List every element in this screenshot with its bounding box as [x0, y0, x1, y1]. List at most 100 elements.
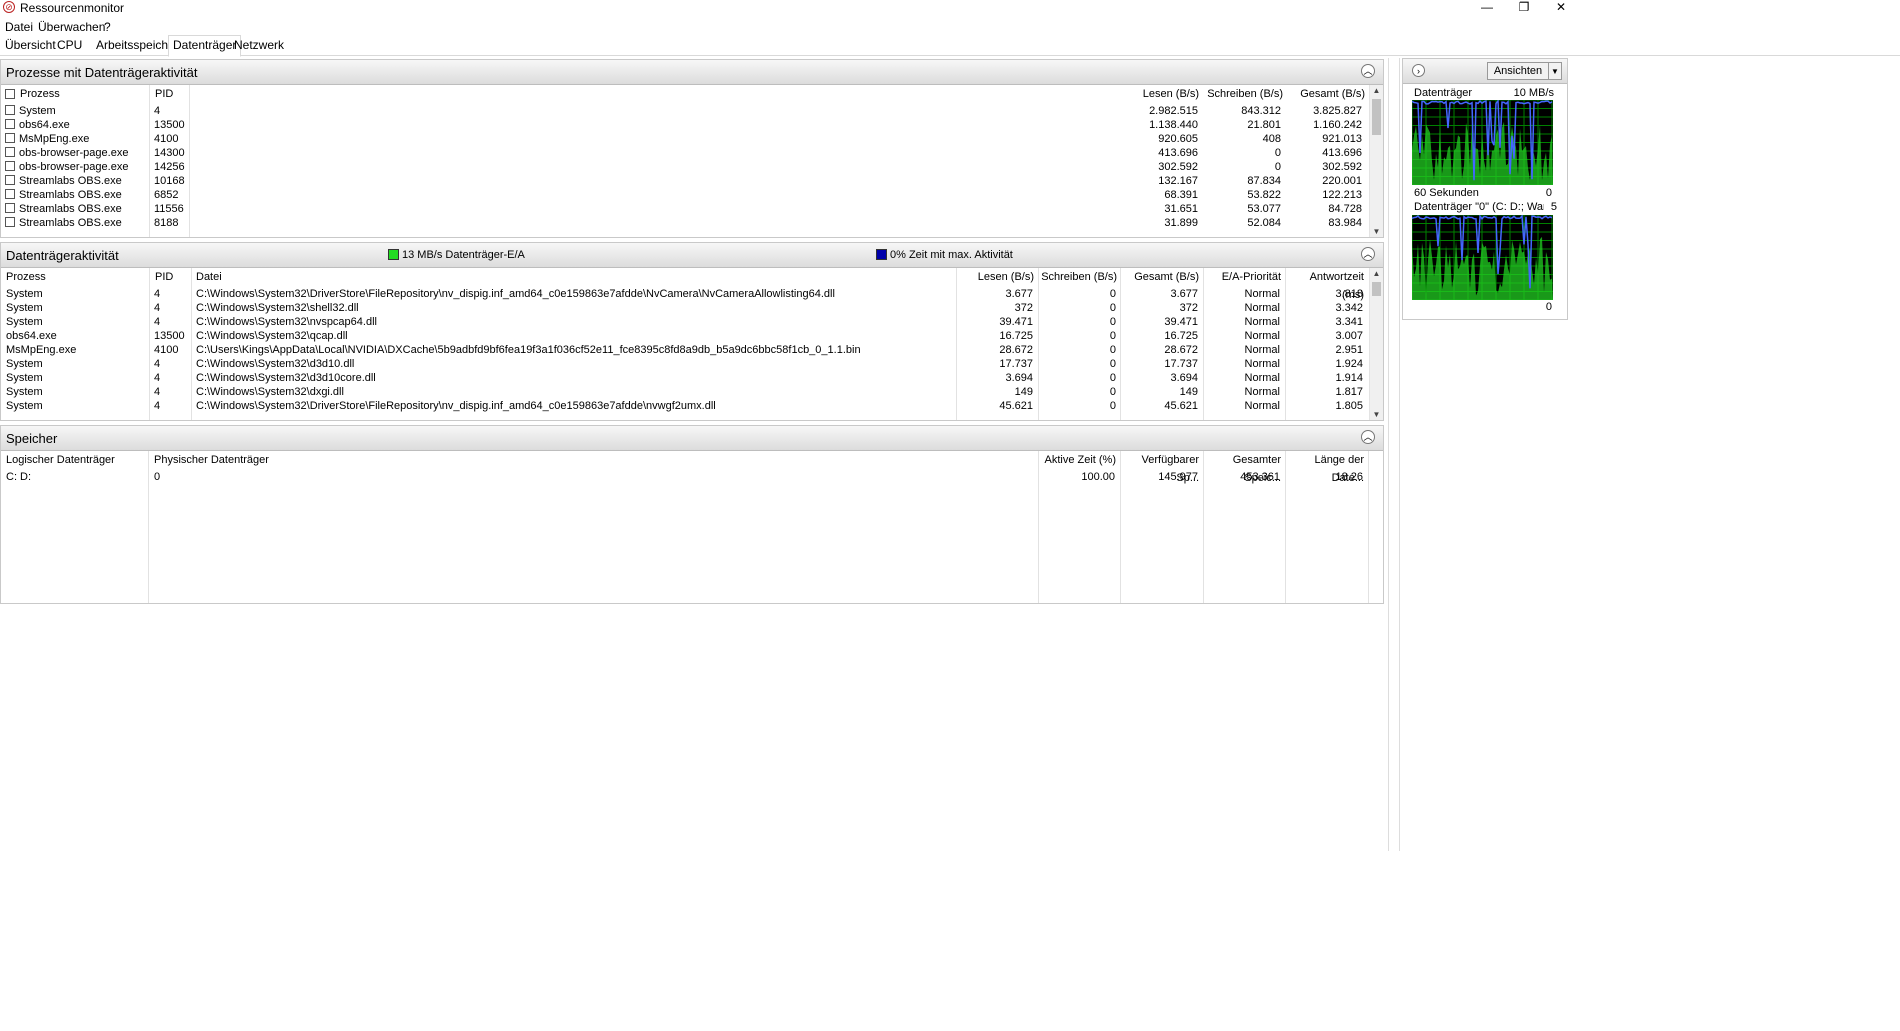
collapse-icon[interactable]: ︿ — [1361, 247, 1375, 261]
row-checkbox[interactable] — [5, 189, 15, 199]
column-header-pid[interactable]: PID — [155, 85, 173, 103]
graph1-label: Datenträger — [1414, 87, 1473, 99]
row-checkbox[interactable] — [5, 161, 15, 171]
row-checkbox[interactable] — [5, 147, 15, 157]
io-legend-swatch — [388, 249, 399, 260]
column-header-lesen[interactable]: Lesen (B/s) — [1111, 85, 1199, 103]
tab-netzwerk[interactable]: Netzwerk — [230, 37, 288, 54]
column-header-antwortzeit[interactable]: Antwortzeit (ms) — [1287, 268, 1364, 301]
scroll-down-icon[interactable]: ▼ — [1370, 227, 1383, 236]
cell-lesen: 3.677 — [1005, 288, 1033, 300]
cell-lesen: 39.471 — [999, 316, 1033, 328]
scroll-up-icon[interactable]: ▲ — [1370, 86, 1383, 95]
tab-bar: Übersicht CPU Arbeitsspeicher Datenträge… — [0, 35, 1900, 57]
row-checkbox[interactable] — [5, 133, 15, 143]
menu-ueberwachen[interactable]: Überwachen — [38, 20, 105, 34]
cell-ea-prioritaet: Normal — [1244, 288, 1280, 300]
cell-gesamt: 413.696 — [1322, 147, 1362, 159]
cell-pid: 4 — [154, 372, 161, 384]
column-header-datei[interactable]: Datei — [196, 268, 222, 286]
row-checkbox[interactable] — [5, 175, 15, 185]
column-header-aktive-zeit[interactable]: Aktive Zeit (%) — [1041, 451, 1116, 469]
table-row[interactable]: System 4 C:\Windows\System32\d3d10.dll 17.7… — [1, 357, 1368, 371]
column-header-laenge-warteschlange[interactable]: Länge der Date... — [1287, 451, 1364, 484]
tab-uebersicht[interactable]: Übersicht — [1, 37, 60, 54]
menu-help[interactable]: ? — [104, 20, 111, 34]
table-row[interactable]: System 4 C:\Windows\System32\DriverStore\F… — [1, 399, 1368, 413]
column-header-schreiben[interactable]: Schreiben (B/s) — [1201, 85, 1283, 103]
column-header-ea-prioritaet[interactable]: E/A-Priorität — [1205, 268, 1281, 286]
table-row[interactable]: System 4 C:\Windows\System32\shell32.dll 37… — [1, 301, 1368, 315]
activity-scrollbar[interactable]: ▲ ▼ — [1369, 268, 1383, 420]
table-row[interactable]: obs64.exe 13500 1.138.440 21.801 1.160.242 — [1, 118, 1368, 132]
table-row[interactable]: System 4 C:\Windows\System32\dxgi.dll 149 0 1… — [1, 385, 1368, 399]
views-button[interactable]: Ansichten — [1487, 62, 1549, 80]
row-checkbox[interactable] — [5, 119, 15, 129]
cell-prozess: System — [6, 358, 43, 370]
table-row[interactable]: Streamlabs OBS.exe 10168 132.167 87.834 220.… — [1, 174, 1368, 188]
column-header-lesen[interactable]: Lesen (B/s) — [959, 268, 1034, 286]
scroll-down-icon[interactable]: ▼ — [1370, 410, 1383, 419]
table-row[interactable]: System 4 C:\Windows\System32\d3d10core.dll… — [1, 371, 1368, 385]
table-row[interactable]: obs-browser-page.exe 14256 302.592 0 302.592 — [1, 160, 1368, 174]
table-row[interactable]: System 4 C:\Windows\System32\DriverStore\F… — [1, 287, 1368, 301]
column-header-verfuegbarer-speicher[interactable]: Verfügbarer Sp... — [1123, 451, 1199, 484]
graph1-time-label: 60 Sekunden — [1414, 187, 1479, 199]
storage-section-header[interactable]: Speicher ︿ — [1, 426, 1383, 451]
main-scrollbar[interactable] — [1388, 58, 1400, 851]
row-checkbox[interactable] — [5, 217, 15, 227]
activity-table: Prozess PID Datei Lesen (B/s) Schreiben … — [1, 268, 1368, 420]
table-row[interactable]: obs64.exe 13500 C:\Windows\System32\qcap.d… — [1, 329, 1368, 343]
cell-prozess: System — [6, 302, 43, 314]
scroll-thumb[interactable] — [1372, 99, 1381, 135]
processes-scrollbar[interactable]: ▲ ▼ — [1369, 85, 1383, 237]
cell-schreiben: 0 — [1109, 400, 1116, 412]
tab-cpu[interactable]: CPU — [53, 37, 86, 54]
row-checkbox[interactable] — [5, 203, 15, 213]
table-row[interactable]: MsMpEng.exe 4100 C:\Users\Kings\AppData\Lo… — [1, 343, 1368, 357]
select-all-checkbox[interactable] — [5, 89, 15, 99]
cell-antwortzeit: 1.914 — [1335, 372, 1363, 384]
table-row[interactable]: Streamlabs OBS.exe 6852 68.391 53.822 122.21… — [1, 188, 1368, 202]
close-button[interactable]: ✕ — [1538, 0, 1584, 17]
processes-section-header[interactable]: Prozesse mit Datenträgeraktivität ︿ — [1, 60, 1383, 85]
column-header-prozess[interactable]: Prozess — [6, 268, 46, 286]
table-row[interactable]: Streamlabs OBS.exe 11556 31.651 53.077 84.72… — [1, 202, 1368, 216]
cell-ea-prioritaet: Normal — [1244, 372, 1280, 384]
table-row[interactable]: obs-browser-page.exe 14300 413.696 0 413.696 — [1, 146, 1368, 160]
cell-prozess: System — [6, 400, 43, 412]
column-header-pid[interactable]: PID — [155, 268, 173, 286]
cell-ea-prioritaet: Normal — [1244, 400, 1280, 412]
cell-pid: 10168 — [154, 175, 185, 187]
chevron-right-icon[interactable]: › — [1412, 64, 1425, 77]
cell-pid: 4 — [154, 400, 161, 412]
table-row[interactable]: System 4 2.982.515 843.312 3.825.827 — [1, 104, 1368, 118]
table-row[interactable]: Streamlabs OBS.exe 8188 31.899 52.084 83.984 — [1, 216, 1368, 230]
column-header-gesamter-speicher[interactable]: Gesamter Speic... — [1205, 451, 1281, 484]
cell-lesen: 2.982.515 — [1149, 105, 1198, 117]
table-row[interactable]: C: D: 0 100.00 145.977 453.361 18.26 — [1, 470, 1368, 484]
menu-datei[interactable]: Datei — [5, 20, 33, 34]
collapse-icon[interactable]: ︿ — [1361, 430, 1375, 444]
column-header-gesamt[interactable]: Gesamt (B/s) — [1285, 85, 1365, 103]
column-header-logischer-datentraeger[interactable]: Logischer Datenträger — [6, 451, 115, 469]
column-header-prozess[interactable]: Prozess — [20, 85, 60, 103]
cell-ea-prioritaet: Normal — [1244, 316, 1280, 328]
column-header-schreiben[interactable]: Schreiben (B/s) — [1040, 268, 1117, 286]
row-checkbox[interactable] — [5, 105, 15, 115]
scroll-up-icon[interactable]: ▲ — [1370, 269, 1383, 278]
activity-section-header[interactable]: Datenträgeraktivität 13 MB/s Datenträger… — [1, 243, 1383, 268]
table-row[interactable]: MsMpEng.exe 4100 920.605 408 921.013 — [1, 132, 1368, 146]
table-row[interactable]: System 4 C:\Windows\System32\nvspcap64.dll… — [1, 315, 1368, 329]
processes-section-title: Prozesse mit Datenträgeraktivität — [6, 65, 198, 80]
max-activity-legend-swatch — [876, 249, 887, 260]
column-header-physischer-datentraeger[interactable]: Physischer Datenträger — [154, 451, 269, 469]
collapse-icon[interactable]: ︿ — [1361, 64, 1375, 78]
cell-datei: C:\Windows\System32\dxgi.dll — [196, 386, 344, 398]
column-header-gesamt[interactable]: Gesamt (B/s) — [1122, 268, 1199, 286]
cell-pid: 4 — [154, 316, 161, 328]
scroll-thumb[interactable] — [1372, 282, 1381, 296]
cell-physischer-datentraeger: 0 — [154, 471, 161, 483]
chevron-down-icon[interactable]: ▼ — [1548, 62, 1562, 80]
cell-gesamt: 122.213 — [1322, 189, 1362, 201]
